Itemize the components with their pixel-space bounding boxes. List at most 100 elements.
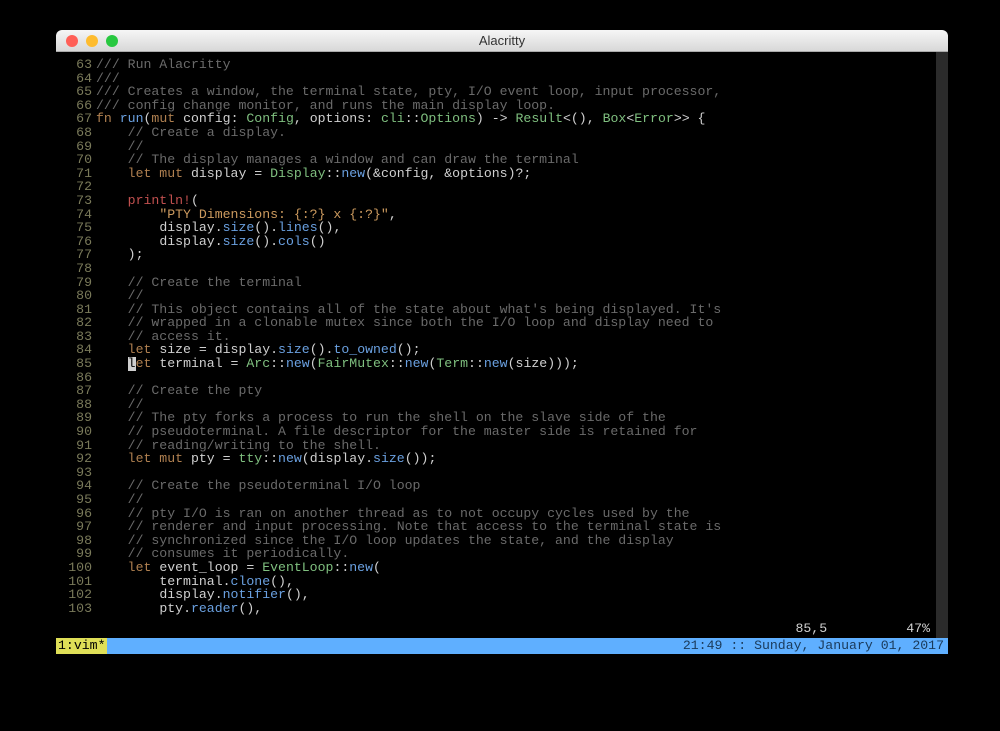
code-line[interactable]: 88 // — [56, 398, 948, 412]
line-content[interactable]: terminal.clone(), — [96, 575, 948, 589]
line-content[interactable]: /// config change monitor, and runs the … — [96, 99, 948, 113]
code-line[interactable]: 87 // Create the pty — [56, 384, 948, 398]
code-line[interactable]: 79 // Create the terminal — [56, 276, 948, 290]
maximize-icon[interactable] — [106, 35, 118, 47]
code-line[interactable]: 67fn run(mut config: Config, options: cl… — [56, 112, 948, 126]
code-line[interactable]: 89 // The pty forks a process to run the… — [56, 411, 948, 425]
terminal-window: Alacritty 63/// Run Alacritty64///65/// … — [56, 30, 948, 654]
line-content[interactable]: // — [96, 493, 948, 507]
line-content[interactable]: // — [96, 398, 948, 412]
line-content[interactable]: /// Creates a window, the terminal state… — [96, 85, 948, 99]
titlebar[interactable]: Alacritty — [56, 30, 948, 52]
line-content[interactable]: // Create the pseudoterminal I/O loop — [96, 479, 948, 493]
line-content[interactable]: // renderer and input processing. Note t… — [96, 520, 948, 534]
line-content[interactable]: // consumes it periodically. — [96, 547, 948, 561]
line-content[interactable]: // pseudoterminal. A file descriptor for… — [96, 425, 948, 439]
code-line[interactable]: 70 // The display manages a window and c… — [56, 153, 948, 167]
code-line[interactable]: 75 display.size().lines(), — [56, 221, 948, 235]
code-line[interactable]: 103 pty.reader(), — [56, 602, 948, 616]
line-number: 79 — [56, 276, 96, 290]
code-line[interactable]: 74 "PTY Dimensions: {:?} x {:?}", — [56, 208, 948, 222]
line-content[interactable]: // The pty forks a process to run the sh… — [96, 411, 948, 425]
code-line[interactable]: 71 let mut display = Display::new(&confi… — [56, 167, 948, 181]
code-line[interactable]: 102 display.notifier(), — [56, 588, 948, 602]
code-line[interactable]: 64/// — [56, 72, 948, 86]
code-line[interactable]: 97 // renderer and input processing. Not… — [56, 520, 948, 534]
line-number: 66 — [56, 99, 96, 113]
line-number: 67 — [56, 112, 96, 126]
code-line[interactable]: 93 — [56, 466, 948, 480]
line-number: 97 — [56, 520, 96, 534]
code-line[interactable]: 95 // — [56, 493, 948, 507]
code-line[interactable]: 94 // Create the pseudoterminal I/O loop — [56, 479, 948, 493]
line-number: 81 — [56, 303, 96, 317]
code-line[interactable]: 98 // synchronized since the I/O loop up… — [56, 534, 948, 548]
line-content[interactable]: display.size().cols() — [96, 235, 948, 249]
minimize-icon[interactable] — [86, 35, 98, 47]
line-number: 73 — [56, 194, 96, 208]
close-icon[interactable] — [66, 35, 78, 47]
line-content[interactable]: // synchronized since the I/O loop updat… — [96, 534, 948, 548]
code-line[interactable]: 92 let mut pty = tty::new(display.size()… — [56, 452, 948, 466]
line-number: 96 — [56, 507, 96, 521]
code-line[interactable]: 81 // This object contains all of the st… — [56, 303, 948, 317]
terminal-viewport[interactable]: 63/// Run Alacritty64///65/// Creates a … — [56, 52, 948, 654]
code-line[interactable]: 76 display.size().cols() — [56, 235, 948, 249]
line-content[interactable]: // access it. — [96, 330, 948, 344]
code-line[interactable]: 80 // — [56, 289, 948, 303]
code-line[interactable]: 86 — [56, 371, 948, 385]
line-content[interactable]: // wrapped in a clonable mutex since bot… — [96, 316, 948, 330]
code-line[interactable]: 68 // Create a display. — [56, 126, 948, 140]
line-content[interactable]: // Create the pty — [96, 384, 948, 398]
line-content[interactable] — [96, 180, 948, 194]
code-line[interactable]: 84 let size = display.size().to_owned(); — [56, 343, 948, 357]
code-line[interactable]: 66/// config change monitor, and runs th… — [56, 99, 948, 113]
line-content[interactable]: fn run(mut config: Config, options: cli:… — [96, 112, 948, 126]
line-content[interactable]: let event_loop = EventLoop::new( — [96, 561, 948, 575]
code-line[interactable]: 99 // consumes it periodically. — [56, 547, 948, 561]
code-line[interactable]: 91 // reading/writing to the shell. — [56, 439, 948, 453]
line-content[interactable]: "PTY Dimensions: {:?} x {:?}", — [96, 208, 948, 222]
code-line[interactable]: 85 let terminal = Arc::new(FairMutex::ne… — [56, 357, 948, 371]
line-content[interactable]: // — [96, 140, 948, 154]
line-content[interactable]: /// Run Alacritty — [96, 58, 948, 72]
line-content[interactable]: display.notifier(), — [96, 588, 948, 602]
line-content[interactable]: ); — [96, 248, 948, 262]
code-line[interactable]: 69 // — [56, 140, 948, 154]
scrollbar[interactable] — [936, 52, 948, 654]
line-content[interactable]: /// — [96, 72, 948, 86]
code-line[interactable]: 63/// Run Alacritty — [56, 58, 948, 72]
line-content[interactable]: let terminal = Arc::new(FairMutex::new(T… — [96, 357, 948, 371]
code-line[interactable]: 73 println!( — [56, 194, 948, 208]
line-number: 70 — [56, 153, 96, 167]
code-line[interactable]: 83 // access it. — [56, 330, 948, 344]
line-content[interactable]: let mut pty = tty::new(display.size()); — [96, 452, 948, 466]
code-line[interactable]: 96 // pty I/O is ran on another thread a… — [56, 507, 948, 521]
code-line[interactable]: 100 let event_loop = EventLoop::new( — [56, 561, 948, 575]
line-number: 103 — [56, 602, 96, 616]
line-content[interactable]: // Create the terminal — [96, 276, 948, 290]
line-content[interactable] — [96, 262, 948, 276]
line-content[interactable]: // — [96, 289, 948, 303]
code-line[interactable]: 65/// Creates a window, the terminal sta… — [56, 85, 948, 99]
line-content[interactable]: // The display manages a window and can … — [96, 153, 948, 167]
code-area[interactable]: 63/// Run Alacritty64///65/// Creates a … — [56, 58, 948, 615]
code-line[interactable]: 82 // wrapped in a clonable mutex since … — [56, 316, 948, 330]
line-content[interactable]: pty.reader(), — [96, 602, 948, 616]
line-content[interactable]: let size = display.size().to_owned(); — [96, 343, 948, 357]
line-content[interactable]: // pty I/O is ran on another thread as t… — [96, 507, 948, 521]
line-content[interactable]: let mut display = Display::new(&config, … — [96, 167, 948, 181]
line-content[interactable]: // This object contains all of the state… — [96, 303, 948, 317]
code-line[interactable]: 78 — [56, 262, 948, 276]
line-content[interactable]: display.size().lines(), — [96, 221, 948, 235]
line-content[interactable] — [96, 466, 948, 480]
line-number: 98 — [56, 534, 96, 548]
line-content[interactable] — [96, 371, 948, 385]
code-line[interactable]: 101 terminal.clone(), — [56, 575, 948, 589]
code-line[interactable]: 90 // pseudoterminal. A file descriptor … — [56, 425, 948, 439]
line-content[interactable]: // reading/writing to the shell. — [96, 439, 948, 453]
line-content[interactable]: println!( — [96, 194, 948, 208]
code-line[interactable]: 77 ); — [56, 248, 948, 262]
code-line[interactable]: 72 — [56, 180, 948, 194]
line-content[interactable]: // Create a display. — [96, 126, 948, 140]
